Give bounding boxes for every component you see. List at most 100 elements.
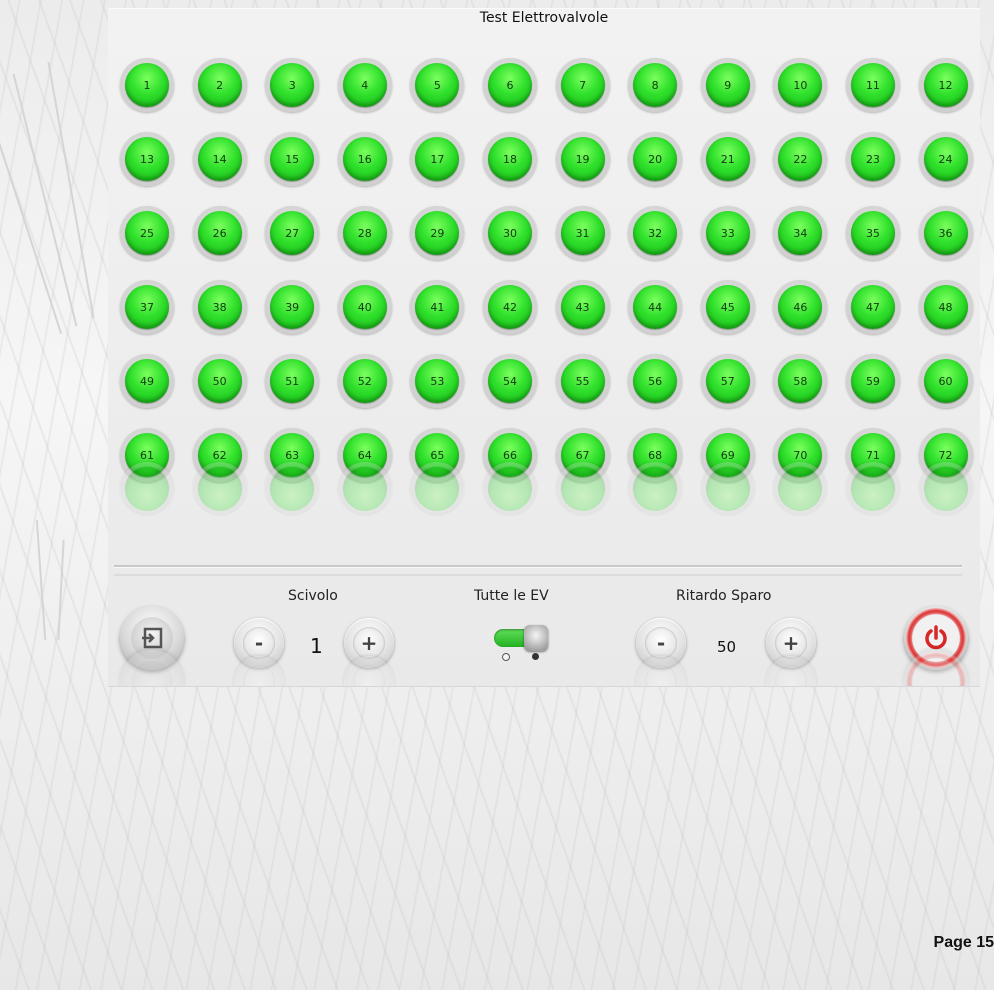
valve-button[interactable]: 63 (265, 428, 320, 482)
valve-button[interactable]: 30 (482, 206, 537, 260)
valve-button[interactable]: 20 (628, 132, 683, 186)
valve-button[interactable]: 46 (773, 280, 828, 334)
valve-label: 42 (487, 285, 532, 329)
valve-button[interactable]: 71 (845, 428, 900, 482)
valve-button[interactable]: 58 (773, 354, 828, 408)
valve-button[interactable]: 28 (337, 206, 392, 260)
valve-button[interactable]: 23 (845, 132, 900, 186)
all-ev-label: Tutte le EV (474, 588, 549, 604)
valve-button[interactable]: 65 (410, 428, 465, 482)
valve-button[interactable]: 64 (337, 428, 392, 482)
valve-button[interactable]: 44 (628, 280, 683, 334)
valve-button[interactable]: 9 (700, 58, 755, 112)
valve-label: 45 (705, 285, 750, 329)
valve-button[interactable]: 57 (700, 354, 755, 408)
valve-button[interactable]: 17 (410, 132, 465, 186)
valve-button[interactable]: 41 (410, 280, 465, 334)
plus-icon: + (775, 627, 807, 659)
valve-button[interactable]: 24 (918, 132, 973, 186)
valve-button[interactable]: 59 (845, 354, 900, 408)
valve-button[interactable]: 5 (410, 58, 465, 112)
separator (114, 565, 962, 568)
valve-label: 17 (415, 137, 460, 181)
valve-button[interactable]: 6 (482, 58, 537, 112)
valve-button[interactable]: 66 (482, 428, 537, 482)
scivolo-decrement-button[interactable]: - (234, 618, 284, 668)
valve-button[interactable]: 39 (265, 280, 320, 334)
valve-button[interactable]: 1 (120, 58, 174, 112)
valve-button[interactable]: 35 (845, 206, 900, 260)
valve-button[interactable]: 21 (700, 132, 755, 186)
valve-button[interactable]: 38 (192, 280, 247, 334)
valve-button[interactable]: 16 (337, 132, 392, 186)
valve-button[interactable]: 10 (773, 58, 828, 112)
valve-button[interactable]: 3 (265, 58, 320, 112)
valve-button[interactable]: 40 (337, 280, 392, 334)
valve-button[interactable]: 11 (845, 58, 900, 112)
valve-button[interactable]: 18 (482, 132, 537, 186)
valve-button[interactable]: 51 (265, 354, 320, 408)
valve-button[interactable]: 60 (918, 354, 973, 408)
valve-label: 43 (560, 285, 605, 329)
valve-label: 16 (342, 137, 387, 181)
valve-button[interactable]: 33 (700, 206, 755, 260)
valve-button[interactable]: 53 (410, 354, 465, 408)
valve-button[interactable]: 50 (192, 354, 247, 408)
valve-button[interactable]: 45 (700, 280, 755, 334)
valve-label: 6 (487, 63, 532, 107)
valve-button[interactable]: 34 (773, 206, 828, 260)
valve-button[interactable]: 47 (845, 280, 900, 334)
valve-label: 67 (560, 433, 605, 477)
valve-button[interactable]: 61 (120, 428, 174, 482)
valve-button[interactable]: 36 (918, 206, 973, 260)
valve-button[interactable]: 26 (192, 206, 247, 260)
valve-button[interactable]: 49 (120, 354, 174, 408)
page-number: Page 15 (933, 934, 994, 951)
valve-button[interactable]: 43 (555, 280, 610, 334)
valve-label: 14 (197, 137, 242, 181)
valve-button[interactable]: 69 (700, 428, 755, 482)
valve-button[interactable]: 67 (555, 428, 610, 482)
valve-button[interactable]: 70 (773, 428, 828, 482)
valve-button[interactable]: 25 (120, 206, 174, 260)
valve-button[interactable]: 37 (120, 280, 174, 334)
valve-label: 44 (633, 285, 678, 329)
valve-button[interactable]: 72 (918, 428, 973, 482)
valve-button[interactable]: 29 (410, 206, 465, 260)
valve-label: 9 (705, 63, 750, 107)
ritardo-increment-button[interactable]: + (766, 618, 816, 668)
valve-button[interactable]: 7 (555, 58, 610, 112)
valve-button[interactable]: 22 (773, 132, 828, 186)
valve-button[interactable]: 62 (192, 428, 247, 482)
valve-button[interactable]: 56 (628, 354, 683, 408)
valve-label: 68 (633, 433, 678, 477)
valve-button[interactable]: 27 (265, 206, 320, 260)
valve-button[interactable]: 4 (337, 58, 392, 112)
valve-label: 60 (923, 359, 968, 403)
valve-label: 19 (560, 137, 605, 181)
valve-button[interactable]: 42 (482, 280, 537, 334)
valve-button[interactable]: 2 (192, 58, 247, 112)
valve-button[interactable]: 19 (555, 132, 610, 186)
valve-button[interactable]: 15 (265, 132, 320, 186)
power-button[interactable] (904, 606, 968, 670)
valve-button[interactable]: 12 (918, 58, 973, 112)
valve-label: 30 (487, 211, 532, 255)
valve-button[interactable]: 13 (120, 132, 174, 186)
valve-label: 56 (633, 359, 678, 403)
valve-label: 59 (850, 359, 895, 403)
valve-button[interactable]: 68 (628, 428, 683, 482)
ritardo-decrement-button[interactable]: - (636, 618, 686, 668)
valve-button[interactable]: 52 (337, 354, 392, 408)
all-ev-toggle[interactable] (492, 625, 548, 665)
valve-button[interactable]: 48 (918, 280, 973, 334)
valve-button[interactable]: 8 (628, 58, 683, 112)
valve-button[interactable]: 55 (555, 354, 610, 408)
exit-button[interactable] (120, 606, 184, 670)
valve-button[interactable]: 14 (192, 132, 247, 186)
valve-button[interactable]: 54 (482, 354, 537, 408)
plus-icon: + (353, 627, 385, 659)
valve-button[interactable]: 32 (628, 206, 683, 260)
valve-button[interactable]: 31 (555, 206, 610, 260)
scivolo-increment-button[interactable]: + (344, 618, 394, 668)
